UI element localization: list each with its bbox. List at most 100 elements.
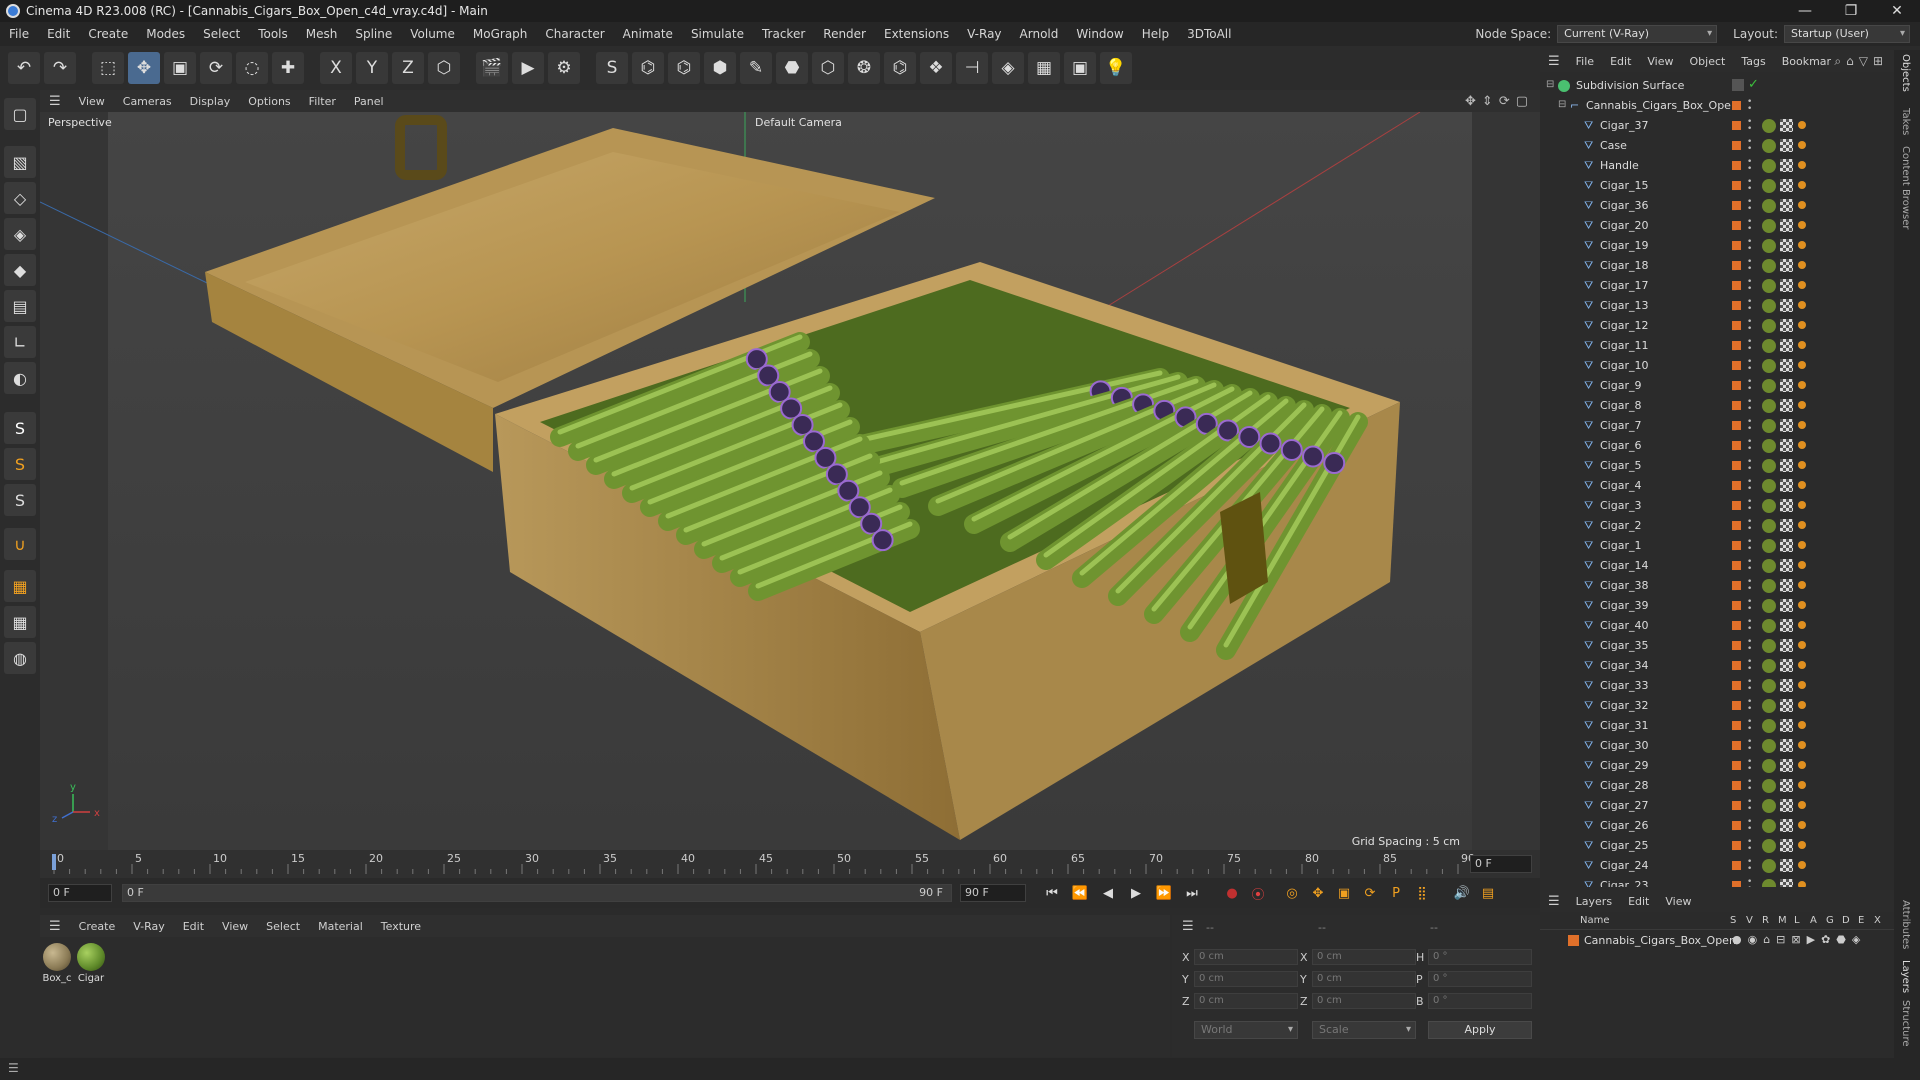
uvw-tag-icon[interactable] — [1780, 819, 1793, 832]
menu-create[interactable]: Create — [79, 27, 137, 41]
layer-row[interactable]: Cannabis_Cigars_Box_Open ●◉⌂⊟⊠▶✿⬣◈ — [1540, 932, 1894, 950]
node-space-dropdown[interactable]: Current (V-Ray) — [1557, 25, 1718, 43]
material-tag-icon[interactable] — [1762, 539, 1776, 553]
viewport-menu-options[interactable]: Options — [239, 95, 299, 108]
material-tag-icon[interactable] — [1762, 779, 1776, 793]
timeline-layout-icon[interactable]: ▤ — [1476, 882, 1500, 904]
key-scale-icon[interactable]: ▣ — [1332, 882, 1356, 904]
layer-menu-view[interactable]: View — [1657, 895, 1699, 908]
visibility-dots-icon[interactable]: •• — [1747, 378, 1752, 394]
uvw-tag-icon[interactable] — [1780, 499, 1793, 512]
undo-icon[interactable]: ↶ — [8, 52, 40, 84]
viewport-menu-display[interactable]: Display — [181, 95, 240, 108]
uvw-tag-icon[interactable] — [1780, 319, 1793, 332]
visibility-dots-icon[interactable]: •• — [1747, 798, 1752, 814]
viewport-menu-icon[interactable]: ☰ — [40, 94, 70, 109]
visibility-dots-icon[interactable]: •• — [1747, 158, 1752, 174]
maximize-button[interactable]: ❐ — [1828, 0, 1874, 22]
phong-tag-icon[interactable] — [1798, 161, 1806, 169]
polygons-mode-icon[interactable]: ◆ — [4, 254, 36, 286]
viewport-menu-filter[interactable]: Filter — [300, 95, 345, 108]
visibility-dots-icon[interactable]: •• — [1747, 558, 1752, 574]
vray-s3-icon[interactable]: S — [4, 484, 36, 516]
z-axis-icon[interactable]: Z — [392, 52, 424, 84]
tree-row-object[interactable]: ⛛ Cigar_11 • • — [1540, 336, 1894, 356]
pen-icon[interactable]: ✎ — [740, 52, 772, 84]
phong-tag-icon[interactable] — [1798, 361, 1806, 369]
menu-character[interactable]: Character — [536, 27, 613, 41]
material-menu-texture[interactable]: Texture — [372, 920, 430, 933]
tree-row-object[interactable]: ⛛ Cigar_29 • • — [1540, 756, 1894, 776]
visibility-dots-icon[interactable]: •• — [1747, 418, 1752, 434]
phong-tag-icon[interactable] — [1798, 561, 1806, 569]
add-icon[interactable]: ✚ — [272, 52, 304, 84]
uv-mode-icon[interactable]: ▤ — [4, 290, 36, 322]
material-menu-vray[interactable]: V-Ray — [124, 920, 174, 933]
tree-row-object[interactable]: ⛛ Cigar_3 • • — [1540, 496, 1894, 516]
menu-modes[interactable]: Modes — [137, 27, 194, 41]
workplane-icon[interactable]: ▦ — [4, 606, 36, 638]
uvw-tag-icon[interactable] — [1780, 779, 1793, 792]
material-tag-icon[interactable] — [1762, 299, 1776, 313]
phong-tag-icon[interactable] — [1798, 881, 1806, 887]
key-rotation-icon[interactable]: ⟳ — [1358, 882, 1382, 904]
material-cigar[interactable]: Cigar — [76, 943, 106, 984]
tab-takes[interactable]: Takes — [1900, 108, 1911, 135]
material-tag-icon[interactable] — [1762, 119, 1776, 133]
menu-arnold[interactable]: Arnold — [1011, 27, 1068, 41]
visibility-dots-icon[interactable]: •• — [1747, 778, 1752, 794]
tree-row-object[interactable]: ⛛ Cigar_10 • • — [1540, 356, 1894, 376]
start-frame-field[interactable]: 0 F — [48, 884, 112, 902]
live-select-icon[interactable]: ⬚ — [92, 52, 124, 84]
menu-spline[interactable]: Spline — [346, 27, 401, 41]
material-tag-icon[interactable] — [1762, 639, 1776, 653]
material-menu-icon[interactable]: ☰ — [40, 919, 70, 934]
uvw-tag-icon[interactable] — [1780, 459, 1793, 472]
uvw-tag-icon[interactable] — [1780, 419, 1793, 432]
magnet-icon[interactable]: ∪ — [4, 528, 36, 560]
tree-row-object[interactable]: ⛛ Cigar_12 • • — [1540, 316, 1894, 336]
tree-row-object[interactable]: ⛛ Handle • • — [1540, 156, 1894, 176]
tree-row-object[interactable]: ⛛ Cigar_14 • • — [1540, 556, 1894, 576]
light-icon[interactable]: 💡 — [1100, 52, 1132, 84]
edges-mode-icon[interactable]: ◈ — [4, 218, 36, 250]
visibility-dots-icon[interactable]: •• — [1747, 138, 1752, 154]
phong-tag-icon[interactable] — [1798, 441, 1806, 449]
menu-tracker[interactable]: Tracker — [753, 27, 814, 41]
uvw-tag-icon[interactable] — [1780, 879, 1793, 887]
tree-row-object[interactable]: ⛛ Case • • — [1540, 136, 1894, 156]
layer-menu-edit[interactable]: Edit — [1620, 895, 1657, 908]
material-tag-icon[interactable] — [1762, 519, 1776, 533]
tab-attributes[interactable]: Attributes — [1900, 900, 1911, 949]
expand-toggle-icon[interactable]: ⊟ — [1546, 79, 1554, 90]
timeline-playhead[interactable] — [52, 854, 56, 870]
tree-row-object[interactable]: ⛛ Cigar_28 • • — [1540, 776, 1894, 796]
tree-row-group[interactable]: ⊟ ⌐ Cannabis_Cigars_Box_Open • • — [1540, 96, 1894, 116]
uvw-tag-icon[interactable] — [1780, 679, 1793, 692]
material-tag-icon[interactable] — [1762, 259, 1776, 273]
phong-tag-icon[interactable] — [1798, 201, 1806, 209]
tree-row-object[interactable]: ⛛ Cigar_24 • • — [1540, 856, 1894, 876]
phong-tag-icon[interactable] — [1798, 241, 1806, 249]
tree-row-object[interactable]: ⛛ Cigar_26 • • — [1540, 816, 1894, 836]
object-menu-edit[interactable]: Edit — [1602, 55, 1639, 68]
visibility-dots-icon[interactable]: •• — [1747, 198, 1752, 214]
tab-objects[interactable]: Objects — [1900, 54, 1911, 92]
subdivision-icon[interactable]: ⬣ — [776, 52, 808, 84]
rotate-icon[interactable]: ⟳ — [200, 52, 232, 84]
menu-select[interactable]: Select — [194, 27, 249, 41]
tree-row-object[interactable]: ⛛ Cigar_8 • • — [1540, 396, 1894, 416]
perspective-viewport[interactable]: Perspective Default Camera Grid Spacing … — [40, 112, 1540, 850]
visibility-dots-icon[interactable]: •• — [1747, 638, 1752, 654]
material-tag-icon[interactable] — [1762, 399, 1776, 413]
visibility-dots-icon[interactable]: •• — [1747, 98, 1752, 114]
visibility-dots-icon[interactable]: •• — [1747, 718, 1752, 734]
material-menu-create[interactable]: Create — [70, 920, 125, 933]
uvw-tag-icon[interactable] — [1780, 339, 1793, 352]
phong-tag-icon[interactable] — [1798, 741, 1806, 749]
deformer-icon[interactable]: ⊣ — [956, 52, 988, 84]
coord-scale-dropdown[interactable]: Scale — [1312, 1021, 1416, 1039]
close-button[interactable]: ✕ — [1874, 0, 1920, 22]
points-mode-icon[interactable]: ◇ — [4, 182, 36, 214]
vray-s2-icon[interactable]: S — [4, 448, 36, 480]
